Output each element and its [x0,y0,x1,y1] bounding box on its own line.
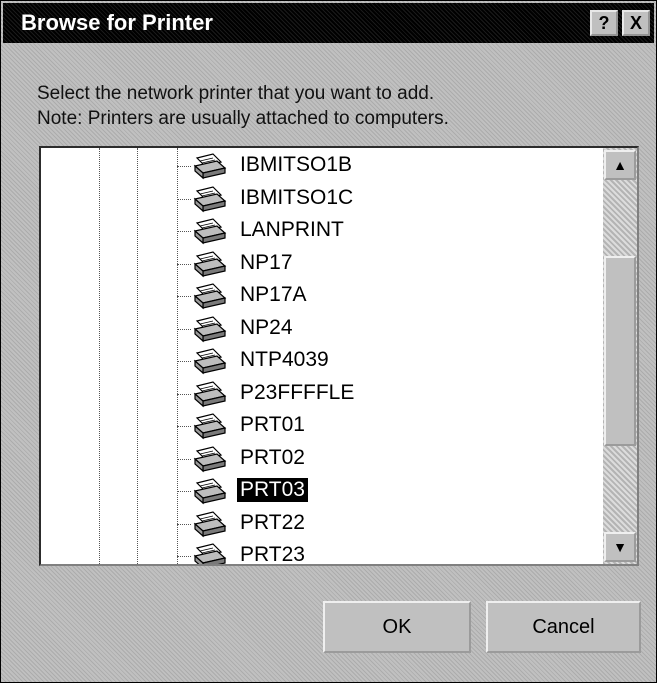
tree-view: IBMITSO1B IBMITSO1C LANPRINT NP17 NP17A NP24 N… [41,148,601,564]
tree-connector [177,361,191,362]
printer-icon [191,217,227,245]
printer-name: LANPRINT [240,218,344,241]
tree-connector [177,393,191,395]
printer-name: NP17A [240,283,307,306]
tree-connector [177,523,191,525]
printer-icon [191,510,227,538]
scroll-down-button[interactable]: ▼ [604,532,636,562]
tree-connector [177,328,191,330]
tree-connector [177,296,191,297]
printer-icon [191,477,227,505]
instruction-line: Select the network printer that you want… [37,83,435,104]
printer-name: IBMITSO1C [240,185,354,209]
printer-name: PRT23 [240,543,305,564]
tree-connector [177,166,191,167]
printer-name: NP17 [240,250,293,274]
printer-name: PRT22 [240,510,305,534]
help-button[interactable]: ? [590,10,618,36]
scroll-up-arrow-icon: ▲ [613,157,627,173]
printer-icon [191,152,227,180]
ok-button[interactable]: OK [323,601,471,653]
printer-icon [191,380,227,408]
tree-connector [177,231,191,232]
printer-name: P23FFFFLE [240,380,355,404]
printer-icon [191,445,227,473]
printer-name: PRT03 [237,478,308,502]
printer-name: NP24 [240,315,293,339]
printer-icon [191,250,227,278]
note-line: Note: Printers are usually attached to c… [37,108,449,129]
window-title: Browse for Printer [21,10,213,35]
printer-name: IBMITSO1B [240,153,353,176]
printer-name: NTP4039 [240,348,329,371]
tree-connector [177,556,191,557]
printer-name: PRT02 [240,445,305,469]
printer-icon [191,412,227,440]
printer-icon [191,282,227,310]
scroll-thumb[interactable] [604,256,636,446]
printer-icon [191,185,227,213]
browse-for-printer-dialog: Browse for Printer ? X Select the networ… [0,0,657,683]
tree-guide-line [137,148,138,564]
vertical-scrollbar[interactable]: ▲ ▼ [603,148,637,564]
tree-connector [177,426,191,427]
tree-guide-line [177,148,178,564]
tree-connector [177,263,191,265]
tree-guide-line [99,148,100,564]
printer-icon [191,347,227,375]
instructions: Select the network printer that you want… [37,81,449,131]
printer-tree[interactable]: IBMITSO1B IBMITSO1C LANPRINT NP17 NP17A NP24 N… [39,146,639,566]
close-button[interactable]: X [622,10,650,36]
tree-connector [177,491,191,492]
tree-connector [177,458,191,460]
printer-icon [191,542,227,564]
printer-name: PRT01 [240,413,305,436]
title-bar[interactable]: Browse for Printer ? X [3,3,654,43]
scroll-up-button[interactable]: ▲ [604,150,636,180]
tree-connector [177,198,191,200]
printer-icon [191,315,227,343]
cancel-button[interactable]: Cancel [486,601,641,653]
scroll-down-arrow-icon: ▼ [613,539,627,555]
